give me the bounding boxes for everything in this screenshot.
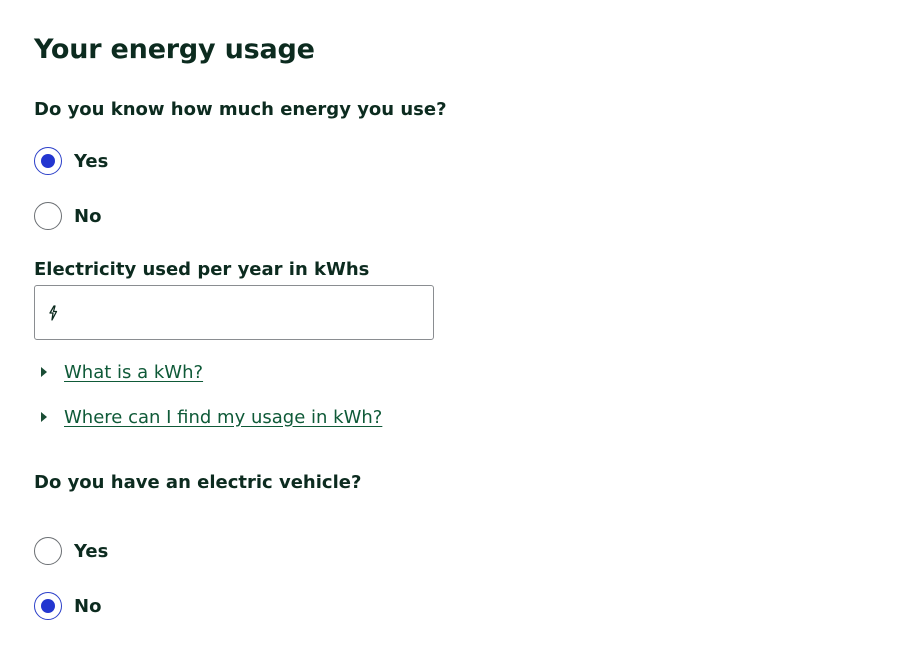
- ev-radio-no[interactable]: No: [34, 591, 101, 621]
- lightning-bolt-icon: [48, 303, 64, 323]
- electricity-field-label: Electricity used per year in kWhs: [34, 259, 370, 280]
- caret-right-icon: [41, 412, 47, 422]
- ev-radio-yes[interactable]: Yes: [34, 536, 108, 566]
- radio-label-no: No: [74, 595, 102, 617]
- disclosure-find-usage[interactable]: Where can I find my usage in kWh?: [34, 404, 382, 430]
- usage-radio-no[interactable]: No: [34, 201, 101, 231]
- find-usage-link[interactable]: Where can I find my usage in kWh?: [64, 407, 382, 428]
- ev-question-label: Do you have an electric vehicle?: [34, 472, 362, 493]
- radio-label-yes: Yes: [74, 150, 109, 172]
- section-title: Your energy usage: [34, 34, 315, 65]
- disclosure-what-is-kwh[interactable]: What is a kWh?: [34, 359, 203, 385]
- usage-radio-yes[interactable]: Yes: [34, 146, 108, 176]
- electricity-input-wrapper[interactable]: [34, 285, 434, 340]
- radio-button[interactable]: [34, 592, 62, 620]
- radio-button[interactable]: [34, 147, 62, 175]
- radio-button[interactable]: [34, 202, 62, 230]
- usage-question-label: Do you know how much energy you use?: [34, 99, 447, 120]
- radio-label-yes: Yes: [74, 540, 109, 562]
- caret-right-icon: [41, 367, 47, 377]
- electricity-input[interactable]: [70, 285, 433, 340]
- radio-button[interactable]: [34, 537, 62, 565]
- what-is-kwh-link[interactable]: What is a kWh?: [64, 362, 203, 383]
- radio-label-no: No: [74, 205, 102, 227]
